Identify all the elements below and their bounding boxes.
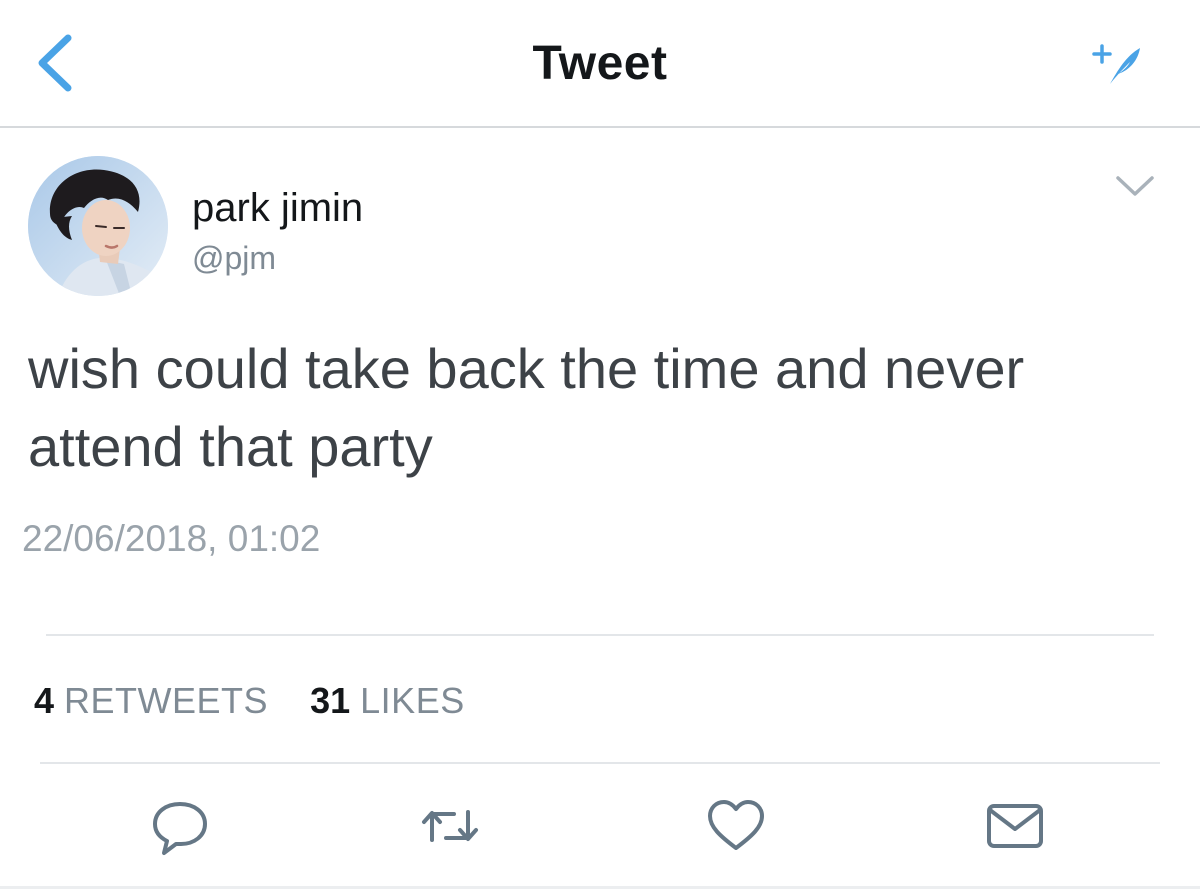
tweet-detail-screen: Tweet park jimin @pjm wish could take ba… bbox=[0, 0, 1200, 889]
author-display-name[interactable]: park jimin bbox=[192, 186, 363, 231]
chevron-down-icon bbox=[1116, 176, 1154, 196]
direct-message-button[interactable] bbox=[985, 796, 1045, 856]
like-button[interactable] bbox=[706, 796, 766, 856]
likes-count: 31 bbox=[310, 680, 351, 721]
retweets-stat[interactable]: 4 RETWEETS bbox=[34, 680, 278, 721]
envelope-icon bbox=[987, 804, 1043, 848]
retweets-label: RETWEETS bbox=[64, 680, 269, 721]
engagement-stats: 4 RETWEETS 31 LIKES bbox=[34, 680, 465, 722]
tweet-timestamp: 22/06/2018, 01:02 bbox=[22, 518, 321, 559]
retweet-arrows-icon bbox=[422, 810, 478, 842]
feather-sparkle-icon bbox=[1092, 44, 1140, 84]
speech-bubble-icon bbox=[153, 802, 207, 855]
retweets-count: 4 bbox=[34, 680, 55, 721]
more-options-button[interactable] bbox=[1110, 170, 1160, 200]
author-handle[interactable]: @pjm bbox=[192, 240, 276, 277]
likes-label: LIKES bbox=[360, 680, 465, 721]
likes-stat[interactable]: 31 LIKES bbox=[300, 680, 465, 721]
heart-icon bbox=[708, 800, 764, 850]
profile-photo bbox=[28, 156, 168, 296]
compose-tweet-button[interactable] bbox=[1090, 40, 1146, 90]
divider bbox=[46, 634, 1154, 636]
retweet-button[interactable] bbox=[420, 796, 480, 856]
avatar[interactable] bbox=[28, 156, 168, 296]
reply-button[interactable] bbox=[150, 796, 210, 856]
page-title: Tweet bbox=[532, 37, 668, 90]
tweet-text: wish could take back the time and never … bbox=[28, 337, 1025, 478]
divider bbox=[40, 762, 1160, 764]
navigation-bar: Tweet bbox=[0, 0, 1200, 128]
